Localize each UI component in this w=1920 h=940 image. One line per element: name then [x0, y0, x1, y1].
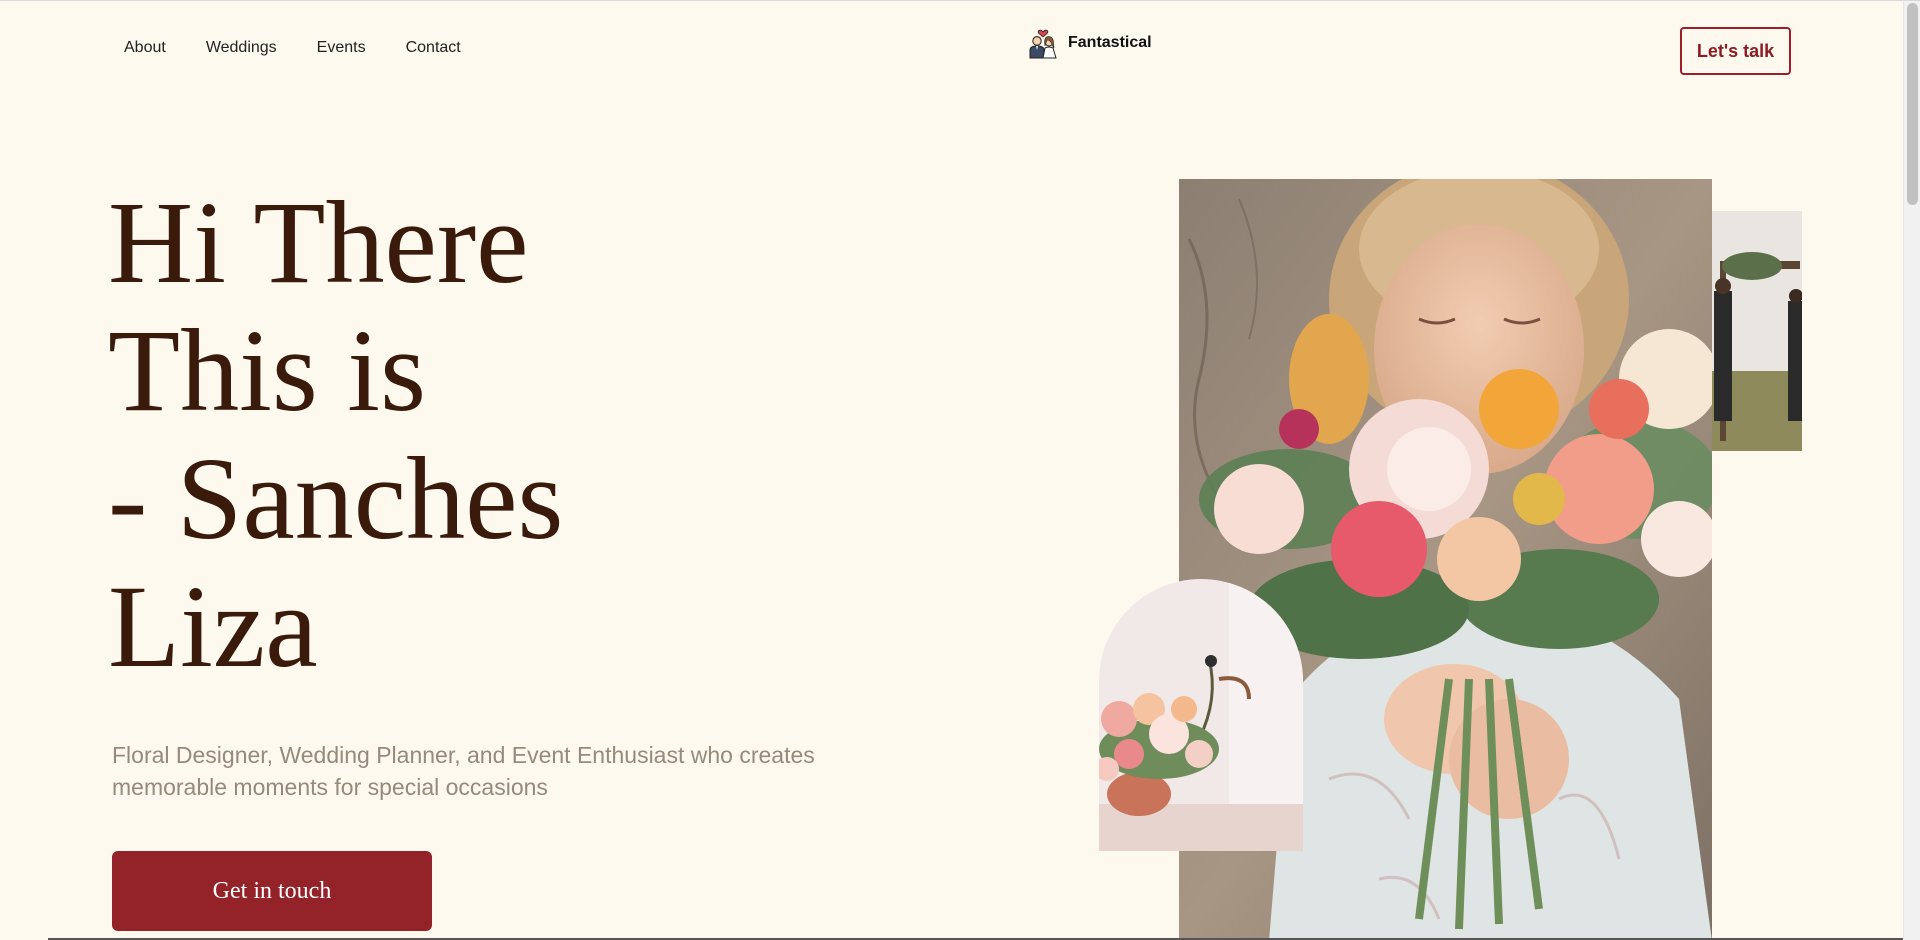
hero-title-line: - Sanches [108, 433, 564, 564]
get-in-touch-button[interactable]: Get in touch [112, 851, 432, 931]
brand[interactable]: Fantastical [1026, 26, 1152, 60]
page: About Weddings Events Contact Fantastica… [0, 0, 1920, 940]
lets-talk-button[interactable]: Let's talk [1680, 27, 1791, 75]
hero-title-line: This is [108, 305, 426, 436]
nav-link-events[interactable]: Events [317, 39, 366, 57]
couple-icon [1026, 26, 1060, 60]
hero-title-line: Hi There [108, 177, 529, 308]
nav-link-weddings[interactable]: Weddings [206, 39, 277, 57]
flower-arrangement-photo [1099, 579, 1303, 851]
hero-title-line: Liza [108, 561, 318, 692]
hero-subtitle: Floral Designer, Wedding Planner, and Ev… [112, 742, 815, 800]
nav-link-contact[interactable]: Contact [406, 39, 461, 57]
scrollbar-thumb[interactable] [1907, 3, 1918, 205]
hero-title: Hi There This is - Sanches Liza [108, 179, 563, 691]
main-nav: About Weddings Events Contact [124, 39, 461, 57]
nav-link-about[interactable]: About [124, 39, 166, 57]
wedding-ceremony-photo [1712, 211, 1802, 451]
page-scrollbar[interactable] [1903, 1, 1920, 940]
brand-name: Fantastical [1068, 34, 1152, 51]
